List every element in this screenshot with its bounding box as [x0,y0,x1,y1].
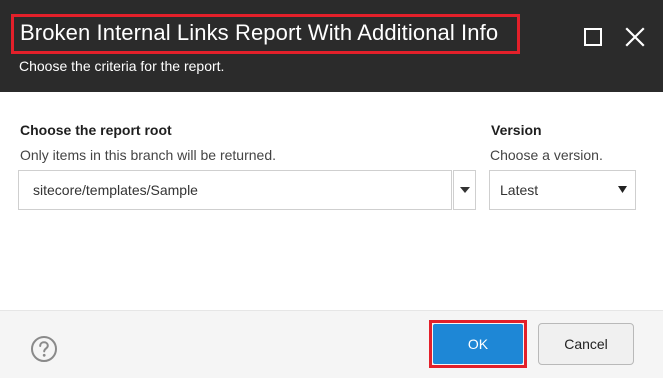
version-description: Choose a version. [490,147,603,163]
ok-button[interactable]: OK [433,324,523,364]
close-button[interactable] [622,24,648,50]
cancel-button[interactable]: Cancel [538,323,634,365]
help-icon[interactable] [30,335,58,363]
version-label: Version [491,122,542,138]
caret-down-icon [459,187,470,193]
report-root-dropdown-button[interactable] [453,170,476,210]
maximize-icon [584,28,602,46]
version-selected-value: Latest [500,182,539,198]
report-root-label: Choose the report root [20,122,172,138]
report-root-description: Only items in this branch will be return… [20,147,276,163]
report-root-value: sitecore/templates/Sample [33,182,198,198]
maximize-button[interactable] [580,24,606,50]
dialog-title: Broken Internal Links Report With Additi… [20,20,499,45]
version-select[interactable]: Latest [489,170,636,210]
dialog-subtitle: Choose the criteria for the report. [19,58,225,74]
caret-down-icon [618,186,627,193]
close-icon [625,27,645,47]
report-root-input[interactable]: sitecore/templates/Sample [18,170,452,210]
